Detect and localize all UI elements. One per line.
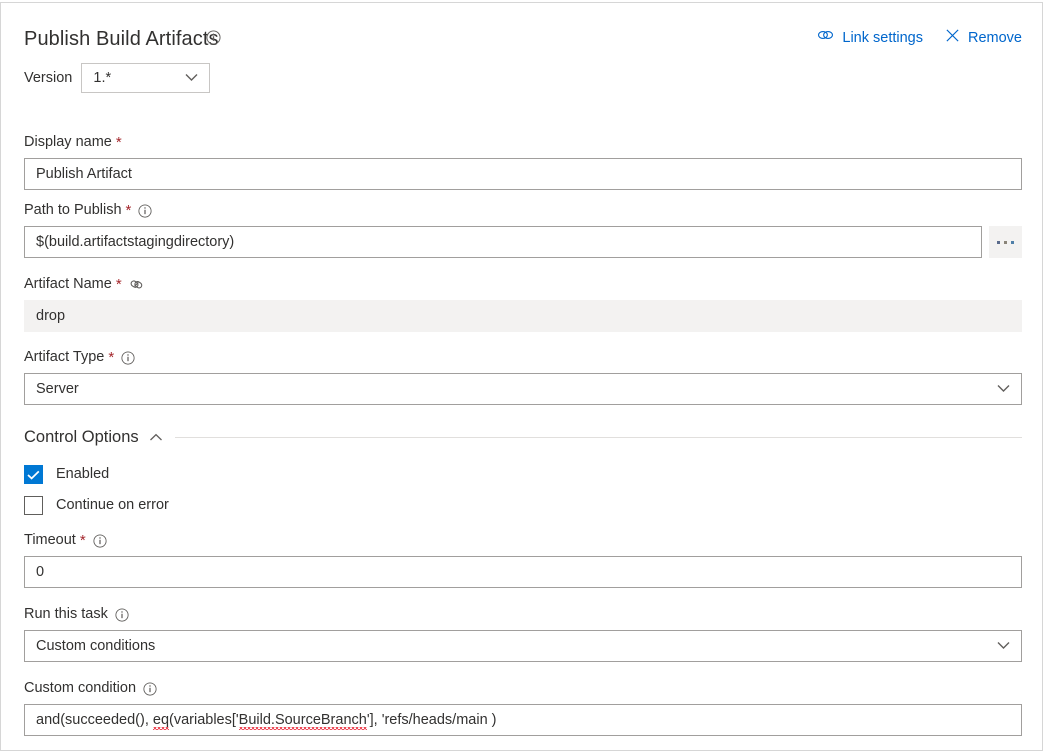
enabled-checkbox-row[interactable]: Enabled [24,465,109,484]
ellipsis-dot [1004,240,1007,244]
artifact-type-value: Server [36,381,79,397]
info-icon[interactable] [143,681,157,696]
enabled-label: Enabled [56,466,110,482]
required-asterisk: * [79,532,86,549]
display-name-label: Display name * [24,133,1022,152]
spellcheck-misspelled-word: eq [152,712,170,728]
run-this-task-dropdown[interactable]: Custom conditions [24,630,1022,662]
chevron-down-icon [185,69,198,87]
timeout-input[interactable]: 0 [24,556,1022,588]
remove-label: Remove [968,30,1022,46]
artifact-name-label: Artifact Name * [24,275,1022,294]
info-icon[interactable] [121,350,135,365]
artifact-type-dropdown[interactable]: Server [24,373,1022,405]
checkmark-icon [27,470,40,480]
path-to-publish-label-text: Path to Publish [24,202,122,218]
info-icon[interactable] [115,607,129,622]
custom-condition-value: and(succeeded(), eq(variables['Build.Sou… [36,712,497,728]
custom-condition-label: Custom condition [24,679,1022,698]
version-value: 1.* [93,70,112,86]
control-options-title: Control Options [24,428,139,446]
panel-header: Publish Build Artifacts Link settings Re… [24,25,1022,55]
close-x-icon [945,28,960,49]
chain-link-icon[interactable] [129,277,144,292]
field-path-to-publish: Path to Publish * $(build.artifactstagin… [24,201,1022,258]
ellipsis-dot [1011,240,1014,244]
artifact-name-label-text: Artifact Name [24,276,112,292]
section-divider [174,436,1022,438]
field-display-name: Display name * Publish Artifact [24,133,1022,190]
chevron-down-icon [997,637,1010,655]
continue-on-error-checkbox[interactable] [24,496,43,515]
required-asterisk: * [125,202,132,219]
version-label: Version [24,70,73,86]
info-icon[interactable] [138,203,152,218]
link-settings-button[interactable]: Link settings [817,27,923,49]
enabled-checkbox[interactable] [24,465,43,484]
custom-condition-input[interactable]: and(succeeded(), eq(variables['Build.Sou… [24,704,1022,736]
run-this-task-label-text: Run this task [24,606,108,622]
timeout-label: Timeout * [24,531,1022,550]
field-run-this-task: Run this task Custom conditions [24,605,1022,662]
header-actions: Link settings Remove [817,27,1022,49]
remove-button[interactable]: Remove [945,28,1022,49]
version-dropdown[interactable]: 1.* [81,63,211,93]
artifact-type-label: Artifact Type * [24,348,1022,367]
path-to-publish-input[interactable]: $(build.artifactstagingdirectory) [24,226,982,258]
field-artifact-name: Artifact Name * drop [24,275,1022,332]
info-icon[interactable] [206,30,221,50]
artifact-type-label-text: Artifact Type [24,349,105,365]
task-editor-panel: Publish Build Artifacts Link settings Re… [0,2,1043,751]
run-this-task-label: Run this task [24,605,1022,624]
chain-link-icon [817,27,834,49]
control-options-section-header[interactable]: Control Options [24,426,1022,448]
page-title: Publish Build Artifacts [24,28,219,50]
run-this-task-value: Custom conditions [36,638,156,654]
required-asterisk: * [115,134,122,151]
version-row: Version 1.* [24,63,211,93]
spellcheck-misspelled-word: Build.SourceBranch [238,712,367,728]
field-artifact-type: Artifact Type * Server [24,348,1022,405]
field-custom-condition: Custom condition and(succeeded(), eq(var… [24,679,1022,736]
required-asterisk: * [115,276,122,293]
display-name-input[interactable]: Publish Artifact [24,158,1022,190]
timeout-label-text: Timeout [24,532,76,548]
chevron-up-icon [149,433,163,442]
display-name-label-text: Display name [24,134,112,150]
required-asterisk: * [108,349,115,366]
custom-condition-label-text: Custom condition [24,680,137,696]
info-icon[interactable] [93,533,107,548]
continue-on-error-label: Continue on error [56,497,169,513]
browse-button[interactable] [989,226,1022,258]
link-settings-label: Link settings [842,30,923,46]
chevron-down-icon [997,380,1010,398]
field-timeout: Timeout * 0 [24,531,1022,588]
path-to-publish-label: Path to Publish * [24,201,1022,220]
artifact-name-input: drop [24,300,1022,332]
continue-on-error-checkbox-row[interactable]: Continue on error [24,496,169,515]
ellipsis-dot [997,240,1000,244]
